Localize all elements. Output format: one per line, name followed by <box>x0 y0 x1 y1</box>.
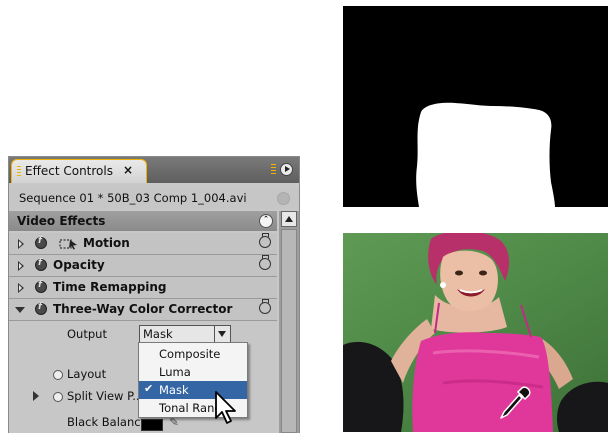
mask-preview <box>343 6 608 207</box>
menu-item-luma[interactable]: Luma <box>139 363 247 381</box>
effect-row-opacity[interactable]: Opacity <box>9 255 277 277</box>
expand-triangle-icon[interactable] <box>18 261 24 271</box>
tab-label: Effect Controls <box>25 164 113 178</box>
scroll-up-button[interactable] <box>281 211 297 227</box>
tab-effect-controls[interactable]: Effect Controls × <box>11 159 147 183</box>
split-view-label: Split View P... <box>67 389 144 403</box>
fx-toggle-icon[interactable] <box>35 236 47 249</box>
menu-item-label: Mask <box>159 383 189 397</box>
effect-row-three-way-color-corrector[interactable]: Three-Way Color Corrector <box>9 299 277 321</box>
panel-menu-button[interactable] <box>280 163 293 176</box>
photo-subject <box>343 233 608 432</box>
menu-item-label: Composite <box>159 347 221 361</box>
fx-toggle-icon[interactable] <box>35 280 47 293</box>
reset-icon[interactable] <box>259 255 271 270</box>
vertical-scrollbar[interactable] <box>279 211 299 433</box>
grip-icon[interactable] <box>17 166 21 178</box>
menu-item-label: Luma <box>159 365 191 379</box>
output-select[interactable]: Mask <box>139 325 231 343</box>
mouse-cursor-icon <box>215 391 236 424</box>
fx-toggle-icon[interactable] <box>35 258 47 271</box>
output-label: Output <box>67 327 107 341</box>
chevron-down-icon[interactable] <box>214 326 230 342</box>
effect-row-time-remapping[interactable]: Time Remapping <box>9 277 277 299</box>
sequence-header: Sequence 01 * 50B_03 Comp 1_004.avi <box>9 187 299 209</box>
expand-triangle-icon[interactable] <box>18 283 24 293</box>
panel-tab-bar: Effect Controls × <box>9 157 299 183</box>
keyframe-toggle-icon[interactable] <box>53 392 63 402</box>
motion-icon <box>59 239 77 250</box>
layout-label: Layout <box>67 367 107 381</box>
show-timeline-button[interactable] <box>277 192 290 205</box>
collapse-triangle-icon[interactable] <box>15 307 25 313</box>
reset-icon[interactable] <box>259 233 271 248</box>
sequence-name: Sequence 01 * 50B_03 Comp 1_004.avi <box>19 191 247 205</box>
grip-icon[interactable] <box>271 164 276 176</box>
checkmark-icon: ✔ <box>144 382 154 395</box>
effect-label: Three-Way Color Corrector <box>53 302 233 316</box>
menu-item-label: Tonal Rang <box>159 401 222 415</box>
eyedropper-icon <box>500 386 531 419</box>
keyframe-toggle-icon[interactable] <box>53 370 63 380</box>
effect-label: Time Remapping <box>53 280 167 294</box>
fx-toggle-icon[interactable] <box>35 302 47 315</box>
collapse-icon[interactable]: ˆ <box>259 214 273 228</box>
scroll-thumb[interactable] <box>281 229 297 433</box>
effect-row-motion[interactable]: Motion <box>9 233 277 255</box>
reset-icon[interactable] <box>259 299 271 314</box>
black-balance-label: Black Balance <box>67 415 148 429</box>
video-effects-header: Video Effects ˆ <box>9 211 277 231</box>
green-screen-photo <box>343 233 608 432</box>
effect-label: Opacity <box>53 258 105 272</box>
section-title: Video Effects <box>17 214 106 228</box>
mask-shape <box>416 102 555 207</box>
expand-triangle-icon[interactable] <box>18 239 24 249</box>
output-value: Mask <box>143 327 173 341</box>
expand-triangle-icon[interactable] <box>33 391 39 401</box>
effect-label: Motion <box>83 236 130 250</box>
black-balance-swatch[interactable] <box>141 419 163 431</box>
close-tab-button[interactable]: × <box>123 163 133 177</box>
menu-item-composite[interactable]: Composite <box>139 345 247 363</box>
